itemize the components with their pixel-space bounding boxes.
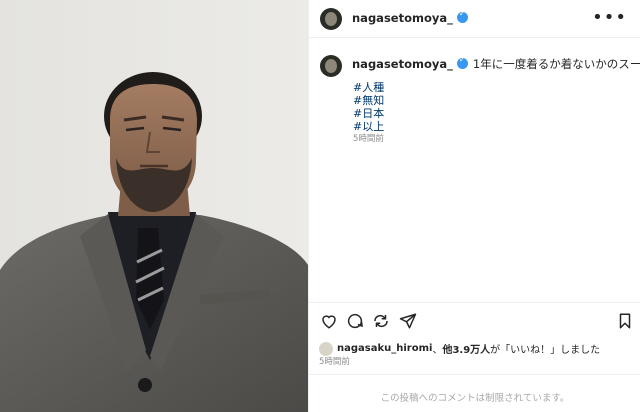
post-detail-panel: nagasetomoya_ ••• nagasetomoya_ 1年に一度着るか着…: [308, 0, 640, 412]
share-icon[interactable]: [372, 312, 390, 330]
hashtag-list: #人種 #無知 #日本 #以上: [353, 81, 384, 133]
avatar[interactable]: [320, 8, 342, 30]
liker-avatar[interactable]: [319, 341, 333, 356]
heart-icon[interactable]: [320, 312, 338, 330]
hashtag-link[interactable]: #無知: [353, 94, 384, 107]
comments-restricted-notice: この投稿へのコメントは制限されています。: [380, 393, 570, 404]
man-in-suit-photo: [0, 0, 308, 412]
caption-avatar[interactable]: [320, 55, 342, 77]
divider: [309, 302, 640, 303]
caption-timestamp: 5時間前: [353, 134, 384, 144]
action-bar: [309, 312, 640, 332]
caption-line: nagasetomoya_ 1年に一度着るか着ないかのスーツ: [352, 55, 640, 72]
post-header: nagasetomoya_ •••: [309, 0, 640, 38]
likes-count-link[interactable]: 他3.9万人: [442, 341, 490, 356]
bookmark-icon[interactable]: [616, 312, 634, 330]
more-options-icon[interactable]: •••: [592, 7, 627, 28]
post-photo[interactable]: [0, 0, 308, 412]
divider: [309, 374, 640, 375]
post-timestamp: 5時間前: [319, 357, 350, 367]
verified-badge-icon: [456, 9, 468, 23]
caption-text: 1年に一度着るか着ないかのスーツ: [472, 57, 640, 71]
send-icon[interactable]: [399, 312, 417, 330]
hashtag-link[interactable]: #日本: [353, 107, 384, 120]
liker-username[interactable]: nagasaku_hiromi: [337, 343, 432, 354]
verified-badge-icon: [456, 55, 468, 69]
likes-suffix: が「いいね！」しました: [490, 345, 601, 356]
comment-icon[interactable]: [346, 312, 364, 330]
header-username[interactable]: nagasetomoya_: [352, 9, 468, 25]
likes-summary: nagasaku_hiromi、他3.9万人 が「いいね！」しました: [319, 341, 600, 356]
caption-username[interactable]: nagasetomoya_: [352, 57, 453, 71]
likes-separator: 、: [432, 345, 443, 356]
hashtag-link[interactable]: #人種: [353, 81, 384, 94]
